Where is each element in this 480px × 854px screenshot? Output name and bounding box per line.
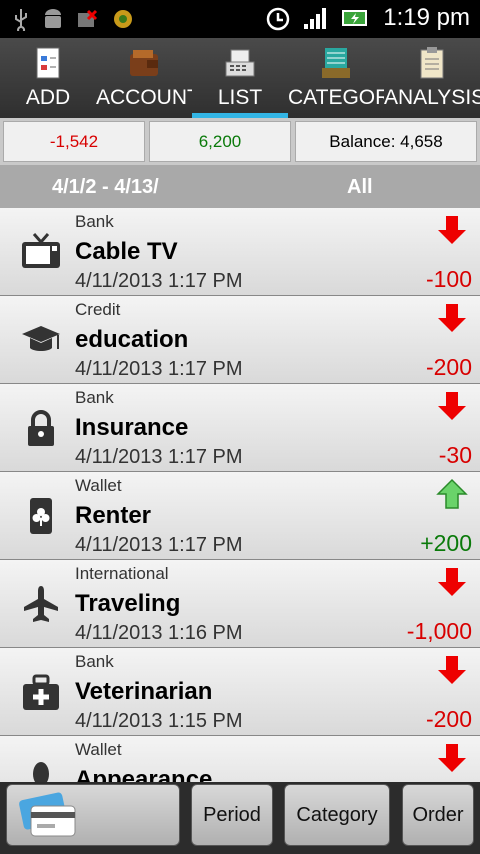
file-cabinet-icon	[322, 48, 350, 78]
accounts-button[interactable]	[6, 784, 180, 846]
list-item[interactable]: Credit education 4/11/2013 1:17 PM -200	[0, 296, 480, 384]
lock-icon	[28, 410, 54, 446]
android-debug-icon	[45, 9, 61, 28]
filter-label: All	[347, 176, 373, 198]
tab-category[interactable]: CATEGORY	[288, 38, 384, 118]
list-item[interactable]: Bank Veterinarian 4/11/2013 1:15 PM -200	[0, 648, 480, 736]
cash-register-icon	[225, 49, 255, 77]
arrow-down-icon	[438, 656, 466, 684]
alarm-icon	[267, 7, 290, 31]
tab-analysis[interactable]: ANALYSIS	[384, 38, 480, 118]
list-item[interactable]: International Traveling 4/11/2013 1:16 P…	[0, 560, 480, 648]
airplane-icon	[24, 586, 58, 622]
tab-label: ANALYSIS	[384, 86, 480, 109]
wallet-icon	[130, 50, 158, 76]
sim-missing-icon	[78, 9, 98, 27]
tab-account[interactable]: ACCOUNT	[96, 38, 192, 118]
arrow-down-icon	[438, 304, 466, 332]
transaction-amount: +200	[420, 530, 472, 556]
account-label: Bank	[75, 212, 114, 231]
transaction-amount: -200	[425, 706, 472, 732]
account-label: Credit	[75, 300, 121, 319]
list-item[interactable]: Wallet Renter 4/11/2013 1:17 PM +200	[0, 472, 480, 560]
add-form-icon	[36, 47, 60, 79]
transaction-list[interactable]: Bank Cable TV 4/11/2013 1:17 PM -100 Cre…	[0, 208, 480, 782]
transaction-amount: -200	[425, 354, 472, 380]
transaction-name: Traveling	[75, 590, 181, 617]
list-item[interactable]: Bank Insurance 4/11/2013 1:17 PM -30	[0, 384, 480, 472]
battery-charging-icon	[342, 10, 368, 26]
arrow-up-icon	[436, 478, 468, 509]
settings-gear-icon	[114, 10, 132, 28]
clock: 1:19 pm	[383, 4, 470, 31]
list-item[interactable]: Wallet Appearance	[0, 736, 480, 782]
transaction-name: education	[75, 326, 189, 353]
period-bar: 4/1/2 - 4/13/ All	[0, 165, 480, 208]
transaction-name: Renter	[75, 502, 152, 529]
category-button[interactable]: Category	[284, 784, 390, 846]
account-label: International	[75, 564, 169, 583]
tab-label: CATEGORY	[288, 86, 384, 109]
tab-label: ADD	[25, 86, 71, 109]
status-bar: 1:19 pm	[0, 0, 480, 38]
transaction-name: Insurance	[75, 414, 189, 441]
arrow-down-icon	[438, 392, 466, 420]
arrow-down-icon	[438, 216, 466, 244]
transaction-date: 4/11/2013 1:17 PM	[75, 446, 243, 468]
transaction-name: Veterinarian	[75, 678, 213, 705]
usb-icon	[15, 9, 27, 31]
medical-kit-icon	[23, 674, 59, 710]
transaction-date: 4/11/2013 1:16 PM	[75, 622, 243, 644]
tab-label: ACCOUNT	[96, 86, 192, 109]
signal-icon	[304, 8, 327, 29]
order-button[interactable]: Order	[402, 784, 474, 846]
balance-total: Balance: 4,658	[295, 121, 477, 162]
arrow-down-icon	[438, 568, 466, 596]
period-button[interactable]: Period	[191, 784, 273, 846]
tab-add[interactable]: ADD	[0, 38, 96, 118]
tab-bar: ADD ACCOUNT LIST CATEGORY ANALYSIS	[0, 38, 480, 118]
expense-total: -1,542	[3, 121, 145, 162]
transaction-amount: -1,000	[406, 618, 472, 644]
graduation-cap-icon	[22, 326, 60, 351]
transaction-amount: -100	[425, 266, 472, 292]
credit-cards-icon	[19, 792, 76, 837]
income-total: 6,200	[149, 121, 291, 162]
card-club-icon	[30, 498, 52, 534]
bottom-toolbar: Period Category Order	[0, 782, 480, 854]
account-label: Bank	[75, 388, 114, 407]
transaction-amount: -30	[438, 442, 472, 468]
transaction-date: 4/11/2013 1:17 PM	[75, 270, 243, 292]
account-label: Bank	[75, 652, 114, 671]
account-label: Wallet	[75, 740, 122, 759]
transaction-name: Cable TV	[75, 238, 178, 265]
transaction-date: 4/11/2013 1:17 PM	[75, 534, 243, 556]
transaction-name: Appearance	[75, 766, 213, 782]
date-range: 4/1/2 - 4/13/	[52, 176, 159, 198]
tv-icon	[22, 233, 60, 268]
clipboard-icon	[420, 47, 444, 79]
list-item[interactable]: Bank Cable TV 4/11/2013 1:17 PM -100	[0, 208, 480, 296]
tab-label: LIST	[217, 86, 263, 109]
person-icon	[33, 762, 49, 782]
arrow-down-icon	[438, 744, 466, 772]
transaction-date: 4/11/2013 1:17 PM	[75, 358, 243, 380]
account-label: Wallet	[75, 476, 122, 495]
summary-bar: -1,542 6,200 Balance: 4,658	[0, 118, 480, 165]
tab-list[interactable]: LIST	[192, 38, 288, 118]
transaction-date: 4/11/2013 1:15 PM	[75, 710, 243, 732]
